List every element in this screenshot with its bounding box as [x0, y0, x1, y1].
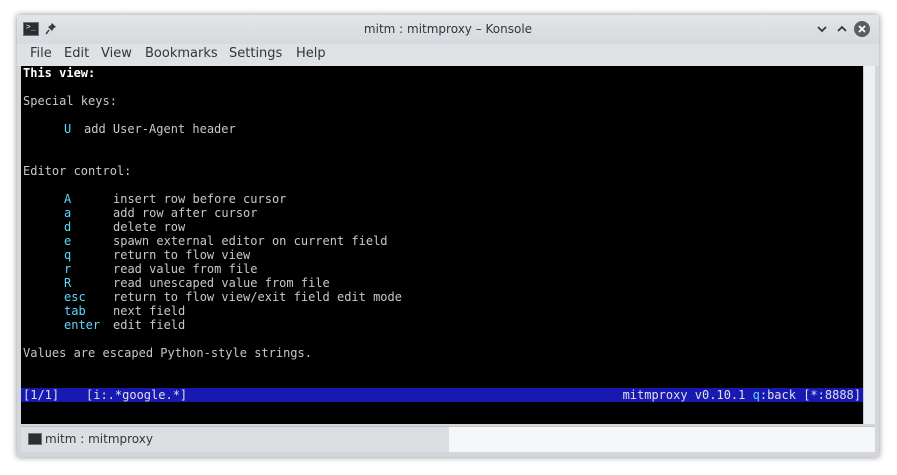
status-version: mitmproxy v0.10.1 — [622, 388, 753, 402]
close-icon[interactable] — [854, 21, 870, 37]
editor-key-desc: delete row — [113, 220, 186, 234]
editor-key: esc — [64, 290, 86, 304]
tab-mitm-mitmproxy[interactable]: mitm : mitmproxy — [21, 426, 449, 452]
konsole-window: >_ mitm : mitmproxy – Konsole File Edit … — [17, 15, 879, 457]
special-key-desc: add User-Agent header — [84, 122, 236, 136]
status-q-key: q — [752, 388, 760, 402]
status-right: mitmproxy v0.10.1 q:back [*:8888] — [623, 388, 861, 402]
editor-key-desc: return to flow view/exit field edit mode — [113, 290, 402, 304]
help-footer-text: Values are escaped Python-style strings. — [23, 346, 312, 360]
terminal-tab-icon — [28, 433, 42, 445]
editor-control-heading: Editor control: — [23, 164, 132, 178]
special-key: U — [64, 122, 72, 136]
menu-view[interactable]: View — [101, 44, 132, 66]
menu-bookmarks[interactable]: Bookmarks — [145, 44, 218, 66]
special-keys-heading: Special keys: — [23, 94, 117, 108]
terminal-scrollbar[interactable] — [863, 66, 875, 424]
menu-settings[interactable]: Settings — [229, 44, 282, 66]
editor-key: r — [64, 262, 72, 276]
menu-help[interactable]: Help — [296, 44, 326, 66]
this-view-heading: This view: — [23, 66, 96, 80]
status-page-indicator: [1/1] — [23, 388, 60, 402]
status-back: :back — [759, 388, 796, 402]
maximize-icon[interactable] — [834, 21, 850, 37]
menu-file[interactable]: File — [30, 44, 52, 66]
editor-key: q — [64, 248, 72, 262]
status-port: [*:8888] — [795, 388, 861, 402]
menu-bar: File Edit View Bookmarks Settings Help — [17, 44, 879, 66]
status-filter: [i:.*google.*] — [86, 388, 188, 402]
editor-key-desc: return to flow view — [113, 248, 251, 262]
editor-key: A — [64, 192, 72, 206]
tab-label: mitm : mitmproxy — [45, 432, 153, 446]
tab-bar-empty-area[interactable] — [449, 426, 875, 452]
mitmproxy-status-bar: [1/1] [i:.*google.*] mitmproxy v0.10.1 q… — [21, 388, 863, 402]
editor-key-desc: add row after cursor — [113, 206, 258, 220]
editor-key-desc: read value from file — [113, 262, 258, 276]
editor-key-desc: edit field — [113, 318, 186, 332]
title-bar[interactable]: >_ mitm : mitmproxy – Konsole — [17, 15, 879, 45]
editor-key-desc: read unescaped value from file — [113, 276, 330, 290]
editor-key: d — [64, 220, 72, 234]
tab-bar: mitm : mitmproxy — [17, 424, 879, 457]
editor-key: a — [64, 206, 72, 220]
editor-key-desc: spawn external editor on current field — [113, 234, 388, 248]
window-title: mitm : mitmproxy – Konsole — [363, 22, 533, 36]
minimize-icon[interactable] — [814, 21, 830, 37]
editor-key: R — [64, 276, 72, 290]
menu-edit[interactable]: Edit — [64, 44, 89, 66]
terminal-area[interactable]: This view: Special keys: U add User-Agen… — [21, 66, 863, 424]
editor-key: enter — [64, 318, 101, 332]
editor-key-desc: next field — [113, 304, 186, 318]
editor-key: e — [64, 234, 72, 248]
editor-key-desc: insert row before cursor — [113, 192, 287, 206]
editor-key: tab — [64, 304, 86, 318]
